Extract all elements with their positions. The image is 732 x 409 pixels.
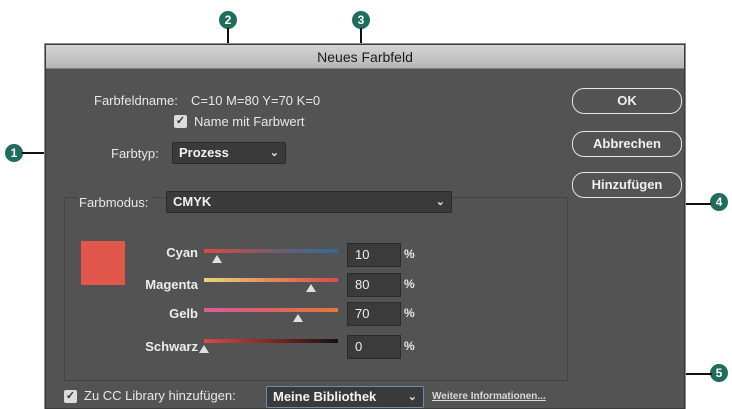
chevron-down-icon: ⌄ [435,196,445,208]
gelb-unit: % [404,306,415,320]
add-button[interactable]: Hinzufügen [572,172,682,198]
swatch-name-value: C=10 M=80 Y=70 K=0 [191,93,321,108]
slider-label-magenta: Magenta [145,277,198,292]
chevron-down-icon: ⌄ [407,391,417,403]
magenta-slider-track[interactable] [204,278,338,282]
chevron-down-icon: ⌄ [269,147,279,159]
cyan-unit: % [404,247,415,261]
color-type-value: Prozess [179,145,229,160]
name-with-value-checkbox[interactable]: ✓ [174,115,187,128]
gelb-slider-thumb[interactable] [292,314,303,322]
schwarz-input[interactable]: 0 [347,335,401,359]
schwarz-unit: % [404,339,415,353]
new-swatch-dialog: Neues Farbfeld Farbfeldname: C=10 M=80 Y… [45,44,685,409]
color-mode-dropdown[interactable]: CMYK ⌄ [166,191,452,213]
gelb-slider-track[interactable] [204,308,338,312]
callout-5: 5 [710,364,728,382]
color-mode-label: Farbmodus: [77,195,151,210]
magenta-unit: % [404,277,415,291]
slider-label-cyan: Cyan [166,245,198,260]
schwarz-slider-thumb[interactable] [199,345,209,353]
library-dropdown[interactable]: Meine Bibliothek ⌄ [266,386,424,408]
gelb-input[interactable]: 70 [347,302,401,326]
name-with-value-label: Name mit Farbwert [194,114,305,129]
callout-3: 3 [352,11,370,29]
color-type-dropdown[interactable]: Prozess ⌄ [172,142,286,164]
swatch-name-label: Farbfeldname: [94,93,178,108]
ok-button[interactable]: OK [572,88,682,114]
magenta-slider-thumb[interactable] [306,284,317,292]
cyan-input[interactable]: 10 [347,243,401,267]
color-preview-swatch [81,241,125,285]
slider-label-gelb: Gelb [169,306,198,321]
cyan-slider-thumb[interactable] [212,255,223,263]
cc-library-checkbox[interactable]: ✓ [64,390,77,403]
cc-library-label: Zu CC Library hinzufügen: [84,388,236,403]
callout-2: 2 [219,11,237,29]
more-info-link[interactable]: Weitere Informationen... [432,391,546,402]
library-value: Meine Bibliothek [273,389,377,404]
cyan-slider-track[interactable] [204,249,338,253]
dialog-title: Neues Farbfeld [46,45,684,69]
schwarz-slider-track[interactable] [204,339,338,343]
magenta-input[interactable]: 80 [347,273,401,297]
color-mode-value: CMYK [173,194,212,209]
color-type-label: Farbtyp: [111,146,159,161]
callout-1: 1 [5,144,23,162]
callout-4: 4 [710,193,728,211]
cancel-button[interactable]: Abbrechen [572,131,682,157]
slider-label-schwarz: Schwarz [145,339,198,354]
